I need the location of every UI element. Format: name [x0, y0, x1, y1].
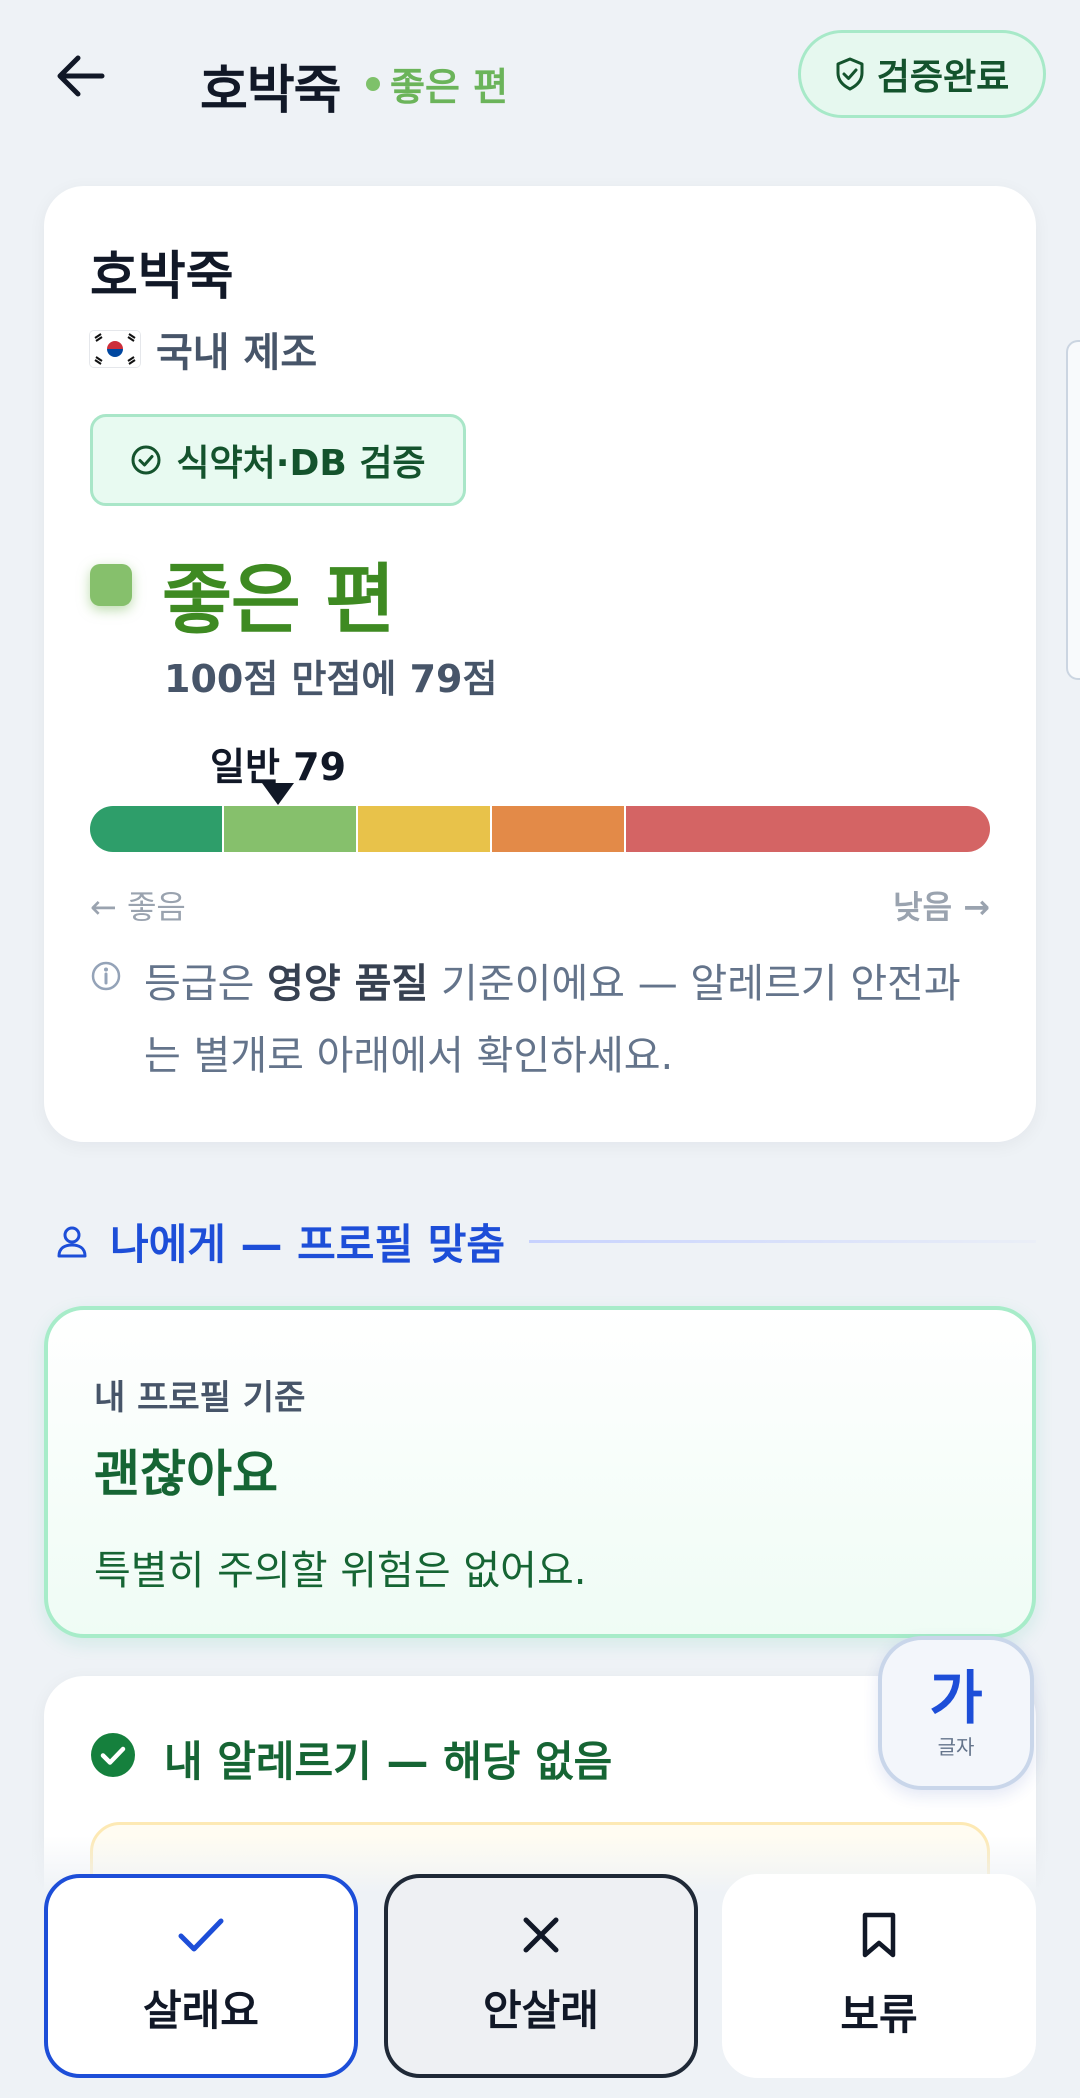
scale-segment-5: [626, 806, 990, 852]
section-divider: [529, 1239, 1036, 1243]
product-origin: 국내 제조: [90, 320, 317, 378]
scale-segment-4: [492, 806, 624, 852]
font-size-glyph: 가: [929, 1663, 983, 1732]
close-icon: [523, 1917, 559, 1952]
scale-segment-1: [90, 806, 222, 852]
hold-button[interactable]: 보류: [722, 1874, 1036, 2078]
bottom-action-bar: 살래요 안살래 보류: [0, 1836, 1080, 2098]
check-circle-icon: [131, 445, 161, 475]
product-score-card: 호박죽 국내 제조 식약처·DB 검증 좋은 편 100점 만점에 79점 일반…: [44, 186, 1036, 1142]
verified-label: 검증완료: [876, 57, 1010, 98]
buy-button[interactable]: 살래요: [44, 1874, 358, 2078]
grade-info-text: 등급은 영양 품질 기준이에요 — 알레르기 안전과는 별개로 아래에서 확인하…: [144, 961, 961, 1079]
scroll-handle[interactable]: [1066, 340, 1080, 680]
checkmark-icon: [178, 1918, 224, 1951]
buy-button-label: 살래요: [143, 1985, 259, 2035]
profile-section-header: 나에게 — 프로필 맞춤: [56, 1206, 1036, 1276]
grade-color-swatch: [90, 564, 132, 606]
verification-badge: 식약처·DB 검증: [90, 414, 466, 506]
score-text: 100점 만점에 79점: [164, 657, 498, 701]
profile-description: 특별히 주의할 위험은 없어요.: [94, 1548, 587, 1594]
scale-segment-2: [224, 806, 356, 852]
verified-badge[interactable]: 검증완료: [798, 30, 1046, 118]
grade-dot-icon: [366, 76, 380, 91]
grade-scale-bar: [90, 806, 990, 852]
verification-label: 식약처·DB 검증: [176, 443, 426, 484]
hold-button-label: 보류: [840, 1989, 918, 2039]
origin-label: 국내 제조: [156, 330, 318, 376]
korea-flag-icon: [90, 331, 140, 367]
profile-card-label: 내 프로필 기준: [94, 1378, 306, 1418]
profile-result-card: 내 프로필 기준 괜찮아요 특별히 주의할 위험은 없어요.: [44, 1306, 1036, 1638]
info-icon: [91, 961, 121, 991]
product-name: 호박죽: [90, 247, 234, 307]
user-icon: [57, 1226, 87, 1258]
font-size-caption: 글자: [937, 1734, 975, 1759]
allergy-title: 내 알레르기 — 해당 없음: [164, 1737, 613, 1786]
arrow-left-icon: [57, 55, 105, 97]
scale-left-label: ← 좋음: [90, 888, 186, 926]
scale-segment-3: [358, 806, 490, 852]
shield-check-icon: [836, 57, 864, 91]
header-grade-label: 좋은 편: [390, 65, 509, 109]
bookmark-icon: [862, 1912, 896, 1957]
grade-label: 좋은 편: [162, 555, 395, 644]
section-title: 나에게 — 프로필 맞춤: [110, 1219, 505, 1269]
top-app-bar: 호박죽 좋은 편 검증완료: [0, 0, 1080, 160]
check-filled-icon: [91, 1733, 135, 1777]
no-buy-button[interactable]: 안살래: [384, 1874, 698, 2078]
font-size-button[interactable]: 가 글자: [878, 1636, 1034, 1790]
scale-right-label: 낮음 →: [893, 888, 990, 926]
back-button[interactable]: [48, 44, 112, 108]
header-grade: 좋은 편: [366, 56, 508, 111]
info-highlight: 영양 품질: [267, 961, 429, 1007]
profile-status: 괜찮아요: [94, 1445, 278, 1503]
page-title: 호박죽: [200, 61, 342, 121]
score-marker-arrow-icon: [262, 783, 294, 805]
no-buy-button-label: 안살래: [483, 1985, 599, 2035]
